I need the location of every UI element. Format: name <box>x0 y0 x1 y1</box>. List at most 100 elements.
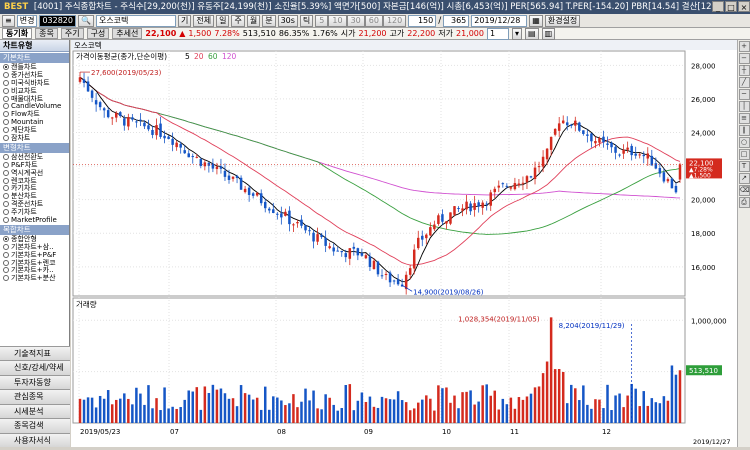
sidebar-item[interactable]: 비교차트 <box>0 87 69 95</box>
candle-body[interactable] <box>557 123 561 131</box>
volume-bar[interactable] <box>533 387 537 423</box>
candle-body[interactable] <box>235 175 239 178</box>
candle-body[interactable] <box>461 208 464 211</box>
candle-body[interactable] <box>263 201 267 209</box>
candle-body[interactable] <box>497 185 501 188</box>
candle-body[interactable] <box>320 234 323 238</box>
candle-body[interactable] <box>340 250 343 253</box>
volume-bar[interactable] <box>392 399 396 423</box>
volume-bar[interactable] <box>618 393 621 423</box>
candle-body[interactable] <box>441 214 444 222</box>
candle-body[interactable] <box>477 202 480 207</box>
volume-bar[interactable] <box>570 384 573 423</box>
sidebar-item[interactable]: 기본차트+P&F <box>0 251 69 259</box>
volume-bar[interactable] <box>529 393 533 423</box>
candle-body[interactable] <box>151 129 154 135</box>
volume-bar[interactable] <box>388 399 392 423</box>
candle-body[interactable] <box>525 176 529 183</box>
candle-body[interactable] <box>658 167 662 174</box>
candle-body[interactable] <box>622 149 625 154</box>
pill-30[interactable]: 30 <box>346 14 365 27</box>
volume-bar[interactable] <box>272 396 275 423</box>
volume-bar[interactable] <box>513 408 517 423</box>
candle-body[interactable] <box>86 81 90 92</box>
candle-body[interactable] <box>364 255 368 259</box>
candle-body[interactable] <box>666 179 670 182</box>
candle-body[interactable] <box>469 203 472 212</box>
sidebar-item[interactable]: 렌코차트 <box>0 177 69 184</box>
sidebar-item[interactable]: 주기차트 <box>0 208 69 216</box>
candle-body[interactable] <box>501 183 505 185</box>
volume-bar[interactable] <box>477 401 480 423</box>
radio-icon[interactable] <box>3 161 9 168</box>
volume-bar[interactable] <box>638 406 641 423</box>
volume-bar[interactable] <box>594 399 597 423</box>
volume-bar[interactable] <box>288 403 291 423</box>
candle-body[interactable] <box>630 145 633 156</box>
candle-body[interactable] <box>529 176 533 178</box>
candle-body[interactable] <box>316 234 319 242</box>
candle-body[interactable] <box>344 253 348 258</box>
volume-bar[interactable] <box>449 402 452 423</box>
minimize-icon[interactable]: _ <box>712 1 724 12</box>
volume-bar[interactable] <box>445 387 448 423</box>
rect-tool-icon[interactable]: □ <box>738 149 750 160</box>
period-btn-0[interactable]: 기 <box>177 14 192 27</box>
volume-bar[interactable] <box>243 393 247 423</box>
volume-bar[interactable] <box>123 393 126 423</box>
candle-body[interactable] <box>276 213 279 215</box>
candle-body[interactable] <box>634 153 637 156</box>
volume-bar[interactable] <box>574 388 577 423</box>
volume-bar[interactable] <box>90 397 94 423</box>
candle-body[interactable] <box>654 163 658 169</box>
volume-bar[interactable] <box>469 390 472 423</box>
tab-period[interactable]: 주기 <box>60 28 84 39</box>
radio-icon[interactable] <box>3 95 9 102</box>
volume-bar[interactable] <box>292 394 295 423</box>
candle-body[interactable] <box>425 234 428 239</box>
period-btn-7[interactable]: 틱 <box>299 14 314 27</box>
chart-area[interactable]: 오스코텍 가격이동평균(종가,단순이평) 5 20 60 120 거래량 16,000 18,0… <box>71 40 737 447</box>
line-tool-icon[interactable]: ╱ <box>738 77 750 88</box>
volume-bar[interactable] <box>251 399 255 423</box>
tab-stock[interactable]: 종목 <box>35 28 58 39</box>
radio-icon[interactable] <box>3 119 9 126</box>
candle-body[interactable] <box>215 166 219 170</box>
candle-body[interactable] <box>412 249 416 269</box>
volume-bar[interactable] <box>364 401 368 423</box>
candle-body[interactable] <box>94 100 98 105</box>
candle-body[interactable] <box>638 154 641 156</box>
volume-bar[interactable] <box>247 394 251 423</box>
candle-body[interactable] <box>199 159 203 166</box>
volume-bar[interactable] <box>259 409 263 423</box>
volume-bar[interactable] <box>408 410 412 423</box>
close-icon[interactable]: × <box>738 1 750 12</box>
print-icon[interactable]: ⎙ <box>738 197 750 208</box>
volume-bar[interactable] <box>578 400 581 423</box>
period-btn-3[interactable]: 주 <box>231 14 245 27</box>
calendar-icon[interactable]: ▦ <box>529 14 543 27</box>
candle-body[interactable] <box>372 260 376 270</box>
sidebar-item[interactable]: Mountain <box>0 118 69 126</box>
candle-body[interactable] <box>183 150 186 154</box>
candle-body[interactable] <box>90 90 94 98</box>
candle-body[interactable] <box>300 219 303 226</box>
fibonacci-icon[interactable]: ≡ <box>738 113 750 124</box>
volume-bar[interactable] <box>670 365 674 423</box>
candle-body[interactable] <box>650 155 654 166</box>
volume-bar[interactable] <box>223 393 227 423</box>
sidebar-item[interactable]: 삼선전환도 <box>0 153 69 161</box>
volume-bar[interactable] <box>650 398 654 423</box>
radio-icon[interactable] <box>3 275 9 282</box>
volume-bar[interactable] <box>433 410 436 423</box>
candle-body[interactable] <box>614 146 617 153</box>
volume-bar[interactable] <box>296 407 299 423</box>
volume-bar[interactable] <box>98 395 102 423</box>
volume-bar[interactable] <box>634 388 637 423</box>
candle-body[interactable] <box>561 120 565 124</box>
volume-bar[interactable] <box>284 405 287 423</box>
volume-bar[interactable] <box>517 397 521 423</box>
volume-bar[interactable] <box>356 400 360 423</box>
search-icon[interactable]: 🔍 <box>77 14 94 27</box>
candle-body[interactable] <box>191 156 195 158</box>
